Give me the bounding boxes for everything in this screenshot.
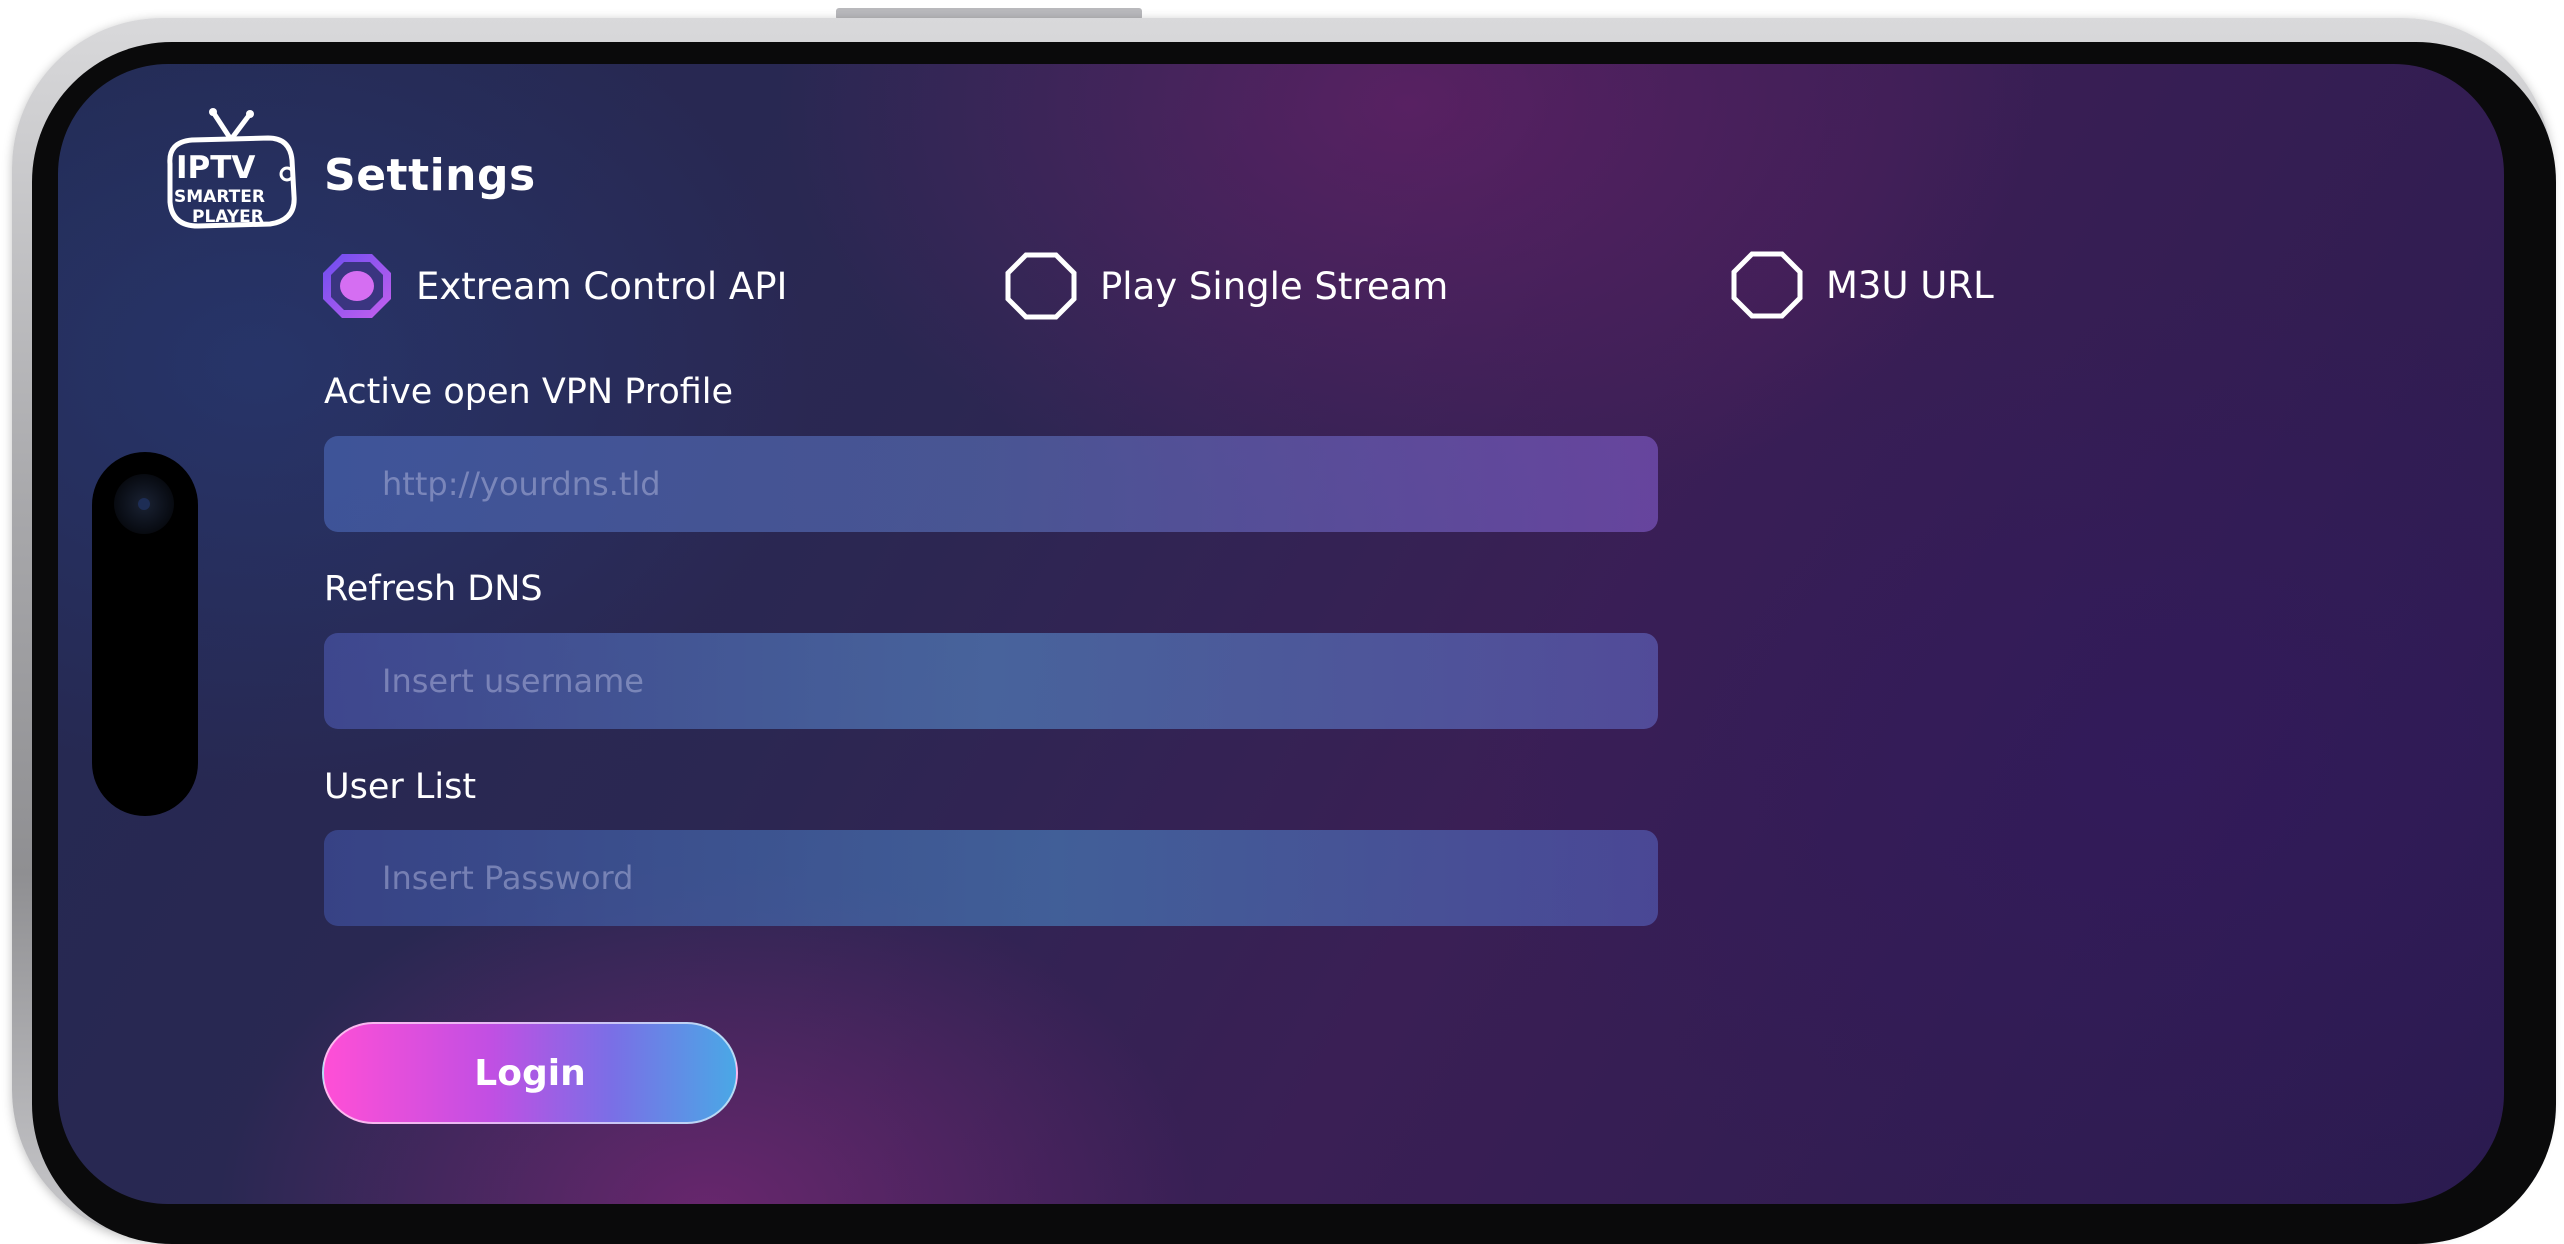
field-label-vpn-profile: Active open VPN Profile	[324, 372, 734, 412]
username-input[interactable]	[324, 633, 1658, 729]
radio-unselected-icon	[1730, 250, 1804, 320]
radio-option-play-single-stream[interactable]: Play Single Stream	[1004, 251, 1448, 321]
logo-line-3: PLAYER	[192, 207, 264, 227]
camera-icon	[114, 474, 174, 534]
logo-line-2: SMARTER	[174, 187, 265, 207]
radio-option-extream-control-api[interactable]: Extream Control API	[320, 251, 787, 321]
device-mockup: IPTV SMARTER PLAYER Settings Extream Con…	[0, 0, 2564, 1244]
field-label-refresh-dns: Refresh DNS	[324, 569, 543, 609]
radio-label-extream-control-api: Extream Control API	[416, 264, 788, 308]
page-title: Settings	[324, 150, 536, 201]
radio-label-play-single-stream: Play Single Stream	[1100, 264, 1449, 308]
logo-line-1: IPTV	[176, 150, 255, 186]
password-input[interactable]	[324, 830, 1658, 926]
dynamic-island	[92, 452, 198, 816]
radio-selected-icon	[320, 251, 394, 321]
radio-option-m3u-url[interactable]: M3U URL	[1730, 250, 1994, 320]
login-button[interactable]: Login	[322, 1022, 738, 1124]
app-screen: IPTV SMARTER PLAYER Settings Extream Con…	[58, 64, 2504, 1204]
radio-label-m3u-url: M3U URL	[1826, 263, 1994, 307]
vpn-profile-input[interactable]	[324, 436, 1658, 532]
field-label-user-list: User List	[324, 767, 477, 807]
radio-unselected-icon	[1004, 251, 1078, 321]
tv-logo-icon: IPTV SMARTER PLAYER	[158, 104, 302, 244]
